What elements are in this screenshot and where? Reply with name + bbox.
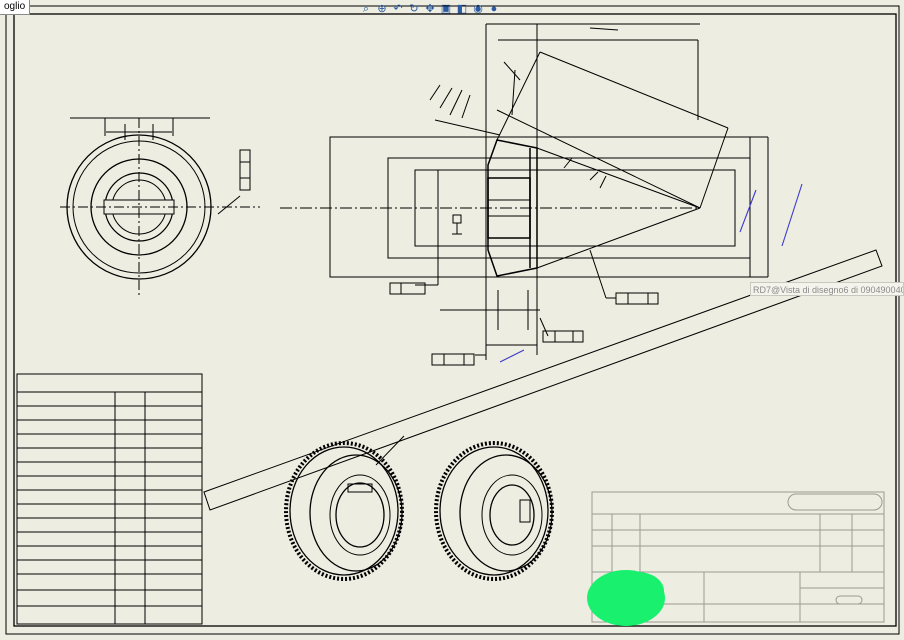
- blue-annotations: [499, 183, 803, 363]
- zoom-area-icon[interactable]: ⊕: [376, 3, 388, 15]
- drawing-sheet[interactable]: oglio ⌕ ⊕ ↶ ↻ ✥ ▣ ◧ ◉ ● RD7@Vista di dis…: [0, 0, 904, 640]
- zoom-fit-icon[interactable]: ⌕: [360, 3, 372, 15]
- view-orientation-icon[interactable]: ▣: [440, 3, 452, 15]
- appearance-icon[interactable]: ●: [488, 3, 500, 15]
- hide-show-icon[interactable]: ◉: [472, 3, 484, 15]
- rotate-icon[interactable]: ↻: [408, 3, 420, 15]
- heads-up-toolbar: ⌕ ⊕ ↶ ↻ ✥ ▣ ◧ ◉ ●: [360, 1, 500, 17]
- pan-icon[interactable]: ✥: [424, 3, 436, 15]
- gear-isometric-2: [434, 441, 554, 581]
- drawing-canvas[interactable]: [0, 0, 904, 640]
- front-view: [60, 117, 260, 296]
- view-tooltip: RD7@Vista di disegno6 di 09049004001: [750, 282, 904, 296]
- highlight-marker-overlap: [612, 572, 664, 610]
- bom-table: [16, 373, 203, 625]
- display-style-icon[interactable]: ◧: [456, 3, 468, 15]
- sheet-outer-border: [5, 5, 900, 635]
- gear-isometric-1: [284, 435, 405, 581]
- sheet-tab[interactable]: oglio: [0, 0, 31, 15]
- sheet-inner-border: [13, 13, 897, 627]
- section-view: [280, 23, 769, 366]
- previous-view-icon[interactable]: ↶: [392, 3, 404, 15]
